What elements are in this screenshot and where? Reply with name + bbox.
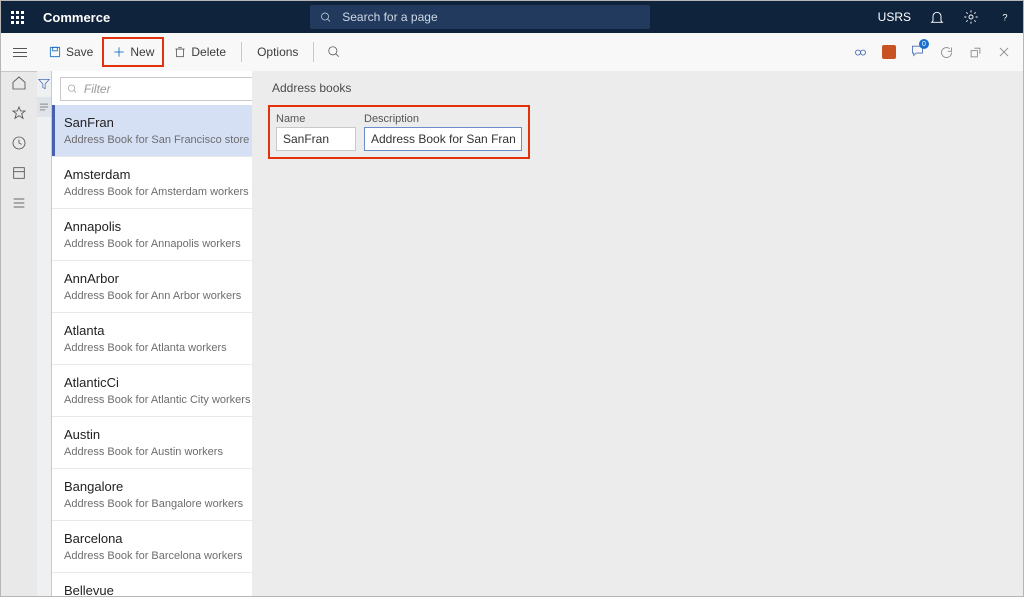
link-icon[interactable] [853, 45, 868, 60]
form-area: Address books Name Description [252, 71, 1023, 596]
toolbar-separator [241, 42, 242, 62]
app-launcher-icon[interactable] [11, 11, 27, 24]
app-title: Commerce [43, 10, 110, 25]
messages-count-badge: 0 [919, 39, 929, 49]
search-icon [320, 11, 332, 24]
list-item-desc: Address Book for Austin workers [64, 446, 279, 458]
name-input[interactable] [276, 127, 356, 151]
global-search-input[interactable] [340, 9, 640, 25]
description-input[interactable] [364, 127, 522, 151]
list-item-desc: Address Book for Bangalore workers [64, 498, 279, 510]
header-actions: USRS ? [878, 9, 1013, 25]
fields-callout: Name Description [268, 105, 530, 159]
list-item-name: AnnArbor [64, 271, 279, 286]
messages-button[interactable]: 0 [910, 43, 925, 61]
related-info-icon[interactable] [37, 97, 51, 117]
close-icon[interactable] [997, 45, 1011, 59]
modules-icon[interactable] [11, 195, 27, 211]
list-item-name: Amsterdam [64, 167, 279, 182]
list-item-desc: Address Book for San Francisco store wor… [64, 134, 279, 146]
list-item-desc: Address Book for Barcelona workers [64, 550, 279, 562]
list-item-desc: Address Book for Atlantic City workers [64, 394, 279, 406]
list-strip [37, 71, 52, 596]
global-header: Commerce USRS ? [1, 1, 1023, 33]
delete-button[interactable]: Delete [164, 38, 235, 66]
options-button[interactable]: Options [248, 38, 307, 66]
options-button-label: Options [257, 45, 298, 59]
office-icon[interactable] [882, 45, 896, 59]
list-panel: SanFranAddress Book for San Francisco st… [37, 71, 252, 596]
list-item-name: SanFran [64, 115, 279, 130]
description-field-label: Description [364, 113, 522, 125]
list-item-desc: Address Book for Atlanta workers [64, 342, 279, 354]
description-field: Description [364, 113, 522, 151]
user-label[interactable]: USRS [878, 10, 911, 24]
new-button[interactable]: New [102, 37, 164, 67]
list-item-name: Barcelona [64, 531, 279, 546]
gear-icon[interactable] [963, 9, 979, 25]
name-field: Name [276, 113, 356, 151]
home-icon[interactable] [11, 75, 27, 91]
save-button[interactable]: Save [39, 38, 102, 66]
save-button-label: Save [66, 45, 93, 59]
list-item-desc: Address Book for Ann Arbor workers [64, 290, 279, 302]
workspaces-icon[interactable] [11, 165, 27, 181]
list-item-name: Austin [64, 427, 279, 442]
list-item-name: Bangalore [64, 479, 279, 494]
list-item-name: Atlanta [64, 323, 279, 338]
list-filter-box[interactable] [60, 77, 281, 101]
toolbar-separator [313, 42, 314, 62]
help-icon[interactable]: ? [997, 9, 1013, 25]
menu-toggle-icon[interactable] [7, 48, 33, 57]
list-item-desc: Address Book for Amsterdam workers [64, 186, 279, 198]
name-field-label: Name [276, 113, 356, 125]
list-filter-input[interactable] [82, 81, 274, 97]
nav-rail [1, 71, 37, 211]
refresh-icon[interactable] [939, 45, 954, 60]
filter-funnel-icon[interactable] [37, 77, 51, 91]
bell-icon[interactable] [929, 9, 945, 25]
list-item-name: AtlanticCi [64, 375, 279, 390]
form-title: Address books [272, 81, 1007, 95]
global-search[interactable] [310, 5, 650, 29]
popout-icon[interactable] [968, 45, 983, 60]
search-icon [67, 83, 78, 95]
favorite-icon[interactable] [11, 105, 27, 121]
list-item-name: Bellevue [64, 583, 279, 596]
recent-icon[interactable] [11, 135, 27, 151]
toolbar-search-button[interactable] [320, 38, 348, 66]
list-item-desc: Address Book for Annapolis workers [64, 238, 279, 250]
list-item-name: Annapolis [64, 219, 279, 234]
action-toolbar: Save New Delete Options 0 [1, 33, 1023, 72]
svg-text:?: ? [1002, 12, 1007, 22]
new-button-label: New [130, 45, 154, 59]
delete-button-label: Delete [191, 45, 226, 59]
